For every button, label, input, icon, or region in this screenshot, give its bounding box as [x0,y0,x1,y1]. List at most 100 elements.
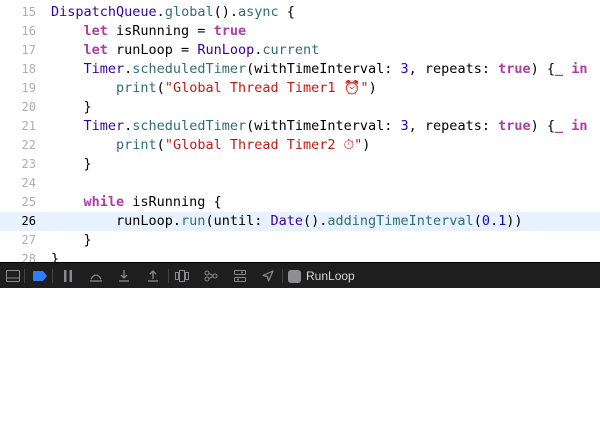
code-token: ( [473,213,482,229]
target-label: RunLoop [306,269,355,283]
code-token: print [116,137,157,153]
code-line[interactable]: 19 print("Global Thread Timer1 ⏰") [0,79,600,98]
code-line[interactable]: 27 } [0,231,600,250]
line-number: 16 [21,24,36,38]
code-token: } [51,99,92,115]
code-line[interactable]: 17 let runLoop = RunLoop.current [0,41,600,60]
code-line[interactable]: 23 } [0,155,600,174]
code-token: DispatchQueue [51,4,157,20]
toolbar-separator [24,269,25,283]
code-line[interactable]: 28} [0,250,600,262]
code-token: let [83,42,108,58]
code-line[interactable]: 22 print("Global Thread Timer2 ⏱") [0,136,600,155]
code-line[interactable]: 18 Timer.scheduledTimer(withTimeInterval… [0,60,600,79]
line-number: 22 [21,138,36,152]
code-text: runLoop.run(until: Date().addingTimeInte… [51,212,522,231]
debug-console-area[interactable] [0,288,600,428]
debug-target[interactable]: RunLoop [288,268,355,284]
code-line[interactable]: 15 DispatchQueue.global().async { [0,3,600,22]
code-editor[interactable]: 15 DispatchQueue.global().async {16 let i… [0,0,600,262]
code-token: while [83,194,125,210]
hide-debug-area-icon[interactable] [5,268,21,284]
code-token: async [237,4,279,20]
pause-icon[interactable] [60,268,76,284]
code-token: run [181,213,206,229]
code-text: let runLoop = RunLoop.current [51,41,320,60]
memory-graph-icon[interactable] [203,268,219,284]
code-line[interactable]: 25 while isRunning { [0,193,600,212]
code-token: isRunning = [107,23,214,39]
code-line[interactable]: 21 Timer.scheduledTimer(withTimeInterval… [0,117,600,136]
code-text: Timer.scheduledTimer(withTimeInterval: 3… [51,117,588,136]
code-token: true [213,23,247,39]
step-over-icon[interactable] [88,268,104,284]
code-token: 3 [400,118,409,134]
target-app-icon [288,269,301,283]
line-number: 28 [21,252,36,262]
debug-bar: RunLoop [0,262,600,288]
environment-overrides-icon[interactable] [232,268,248,284]
code-token: print [116,80,157,96]
code-text: while isRunning { [51,193,222,212]
line-number: 25 [21,195,36,209]
code-token: addingTimeInterval [327,213,474,229]
code-token: { [278,4,295,20]
xcode-window: 15 DispatchQueue.global().async {16 let i… [0,0,600,428]
code-token: } [51,156,92,172]
step-out-icon[interactable] [145,268,161,284]
code-token: scheduledTimer [132,61,247,77]
simulate-location-icon[interactable] [260,268,276,284]
code-token: _ in [554,118,588,134]
code-token: (withTimeInterval: [246,118,401,134]
code-line[interactable]: 20 } [0,98,600,117]
code-token: (withTimeInterval: [246,61,401,77]
code-token: let [83,23,108,39]
code-text: } [51,155,92,174]
code-line[interactable]: 16 let isRunning = true [0,22,600,41]
line-number: 27 [21,233,36,247]
code-token: ( [156,137,165,153]
line-number: 18 [21,62,36,76]
code-token: Timer [83,61,125,77]
code-token: (). [213,4,238,20]
line-number: 26 [21,214,36,228]
code-token: runLoop. [51,213,182,229]
code-token: RunLoop [197,42,255,58]
code-token: 3 [400,61,409,77]
code-token: _ in [554,61,588,77]
line-number: 21 [21,119,36,133]
code-token: "Global Thread Timer1 ⏰" [164,80,369,96]
code-line-current[interactable]: 26 runLoop.run(until: Date().addingTimeI… [0,212,600,231]
line-number: 19 [21,81,36,95]
code-token: (until: [205,213,271,229]
code-token: ) [362,137,371,153]
toolbar-separator [282,269,283,283]
line-number: 20 [21,100,36,114]
code-token: . [156,4,165,20]
code-token: runLoop = [107,42,198,58]
breakpoints-toggle-icon[interactable] [32,268,48,284]
view-hierarchy-icon[interactable] [174,268,190,284]
code-token: } [51,251,60,262]
code-token: isRunning { [124,194,222,210]
line-number: 24 [21,176,36,190]
code-text: Timer.scheduledTimer(withTimeInterval: 3… [51,60,588,79]
code-token: ) { [530,61,555,77]
code-token: scheduledTimer [132,118,247,134]
step-into-icon[interactable] [116,268,132,284]
code-token: } [51,232,92,248]
code-token: )) [506,213,523,229]
code-token: Date [270,213,303,229]
code-text: } [51,231,92,250]
line-number: 17 [21,43,36,57]
code-token: global [164,4,214,20]
code-line[interactable]: 24 [0,174,600,193]
code-token: ( [156,80,165,96]
